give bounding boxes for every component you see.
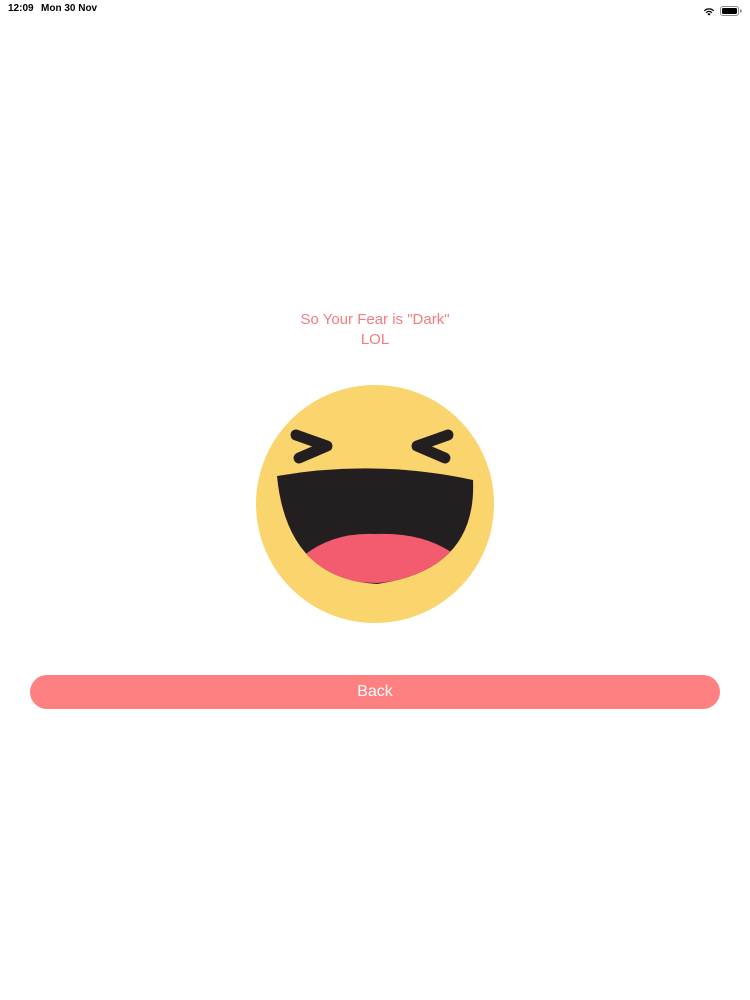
wifi-icon <box>703 3 715 21</box>
status-date: Mon 30 Nov <box>41 3 98 14</box>
fear-message: So Your Fear is "Dark" LOL <box>0 310 750 350</box>
laughing-face-icon <box>255 384 495 624</box>
status-time: 12:09 <box>8 3 34 14</box>
status-bar: 12:09 Mon 30 Nov <box>0 0 750 20</box>
fear-message-line2: LOL <box>360 331 390 348</box>
status-indicators <box>703 3 742 21</box>
fear-message-line1: So Your Fear is "Dark" <box>300 311 450 328</box>
back-button[interactable]: Back <box>30 675 720 709</box>
battery-icon <box>720 3 742 21</box>
